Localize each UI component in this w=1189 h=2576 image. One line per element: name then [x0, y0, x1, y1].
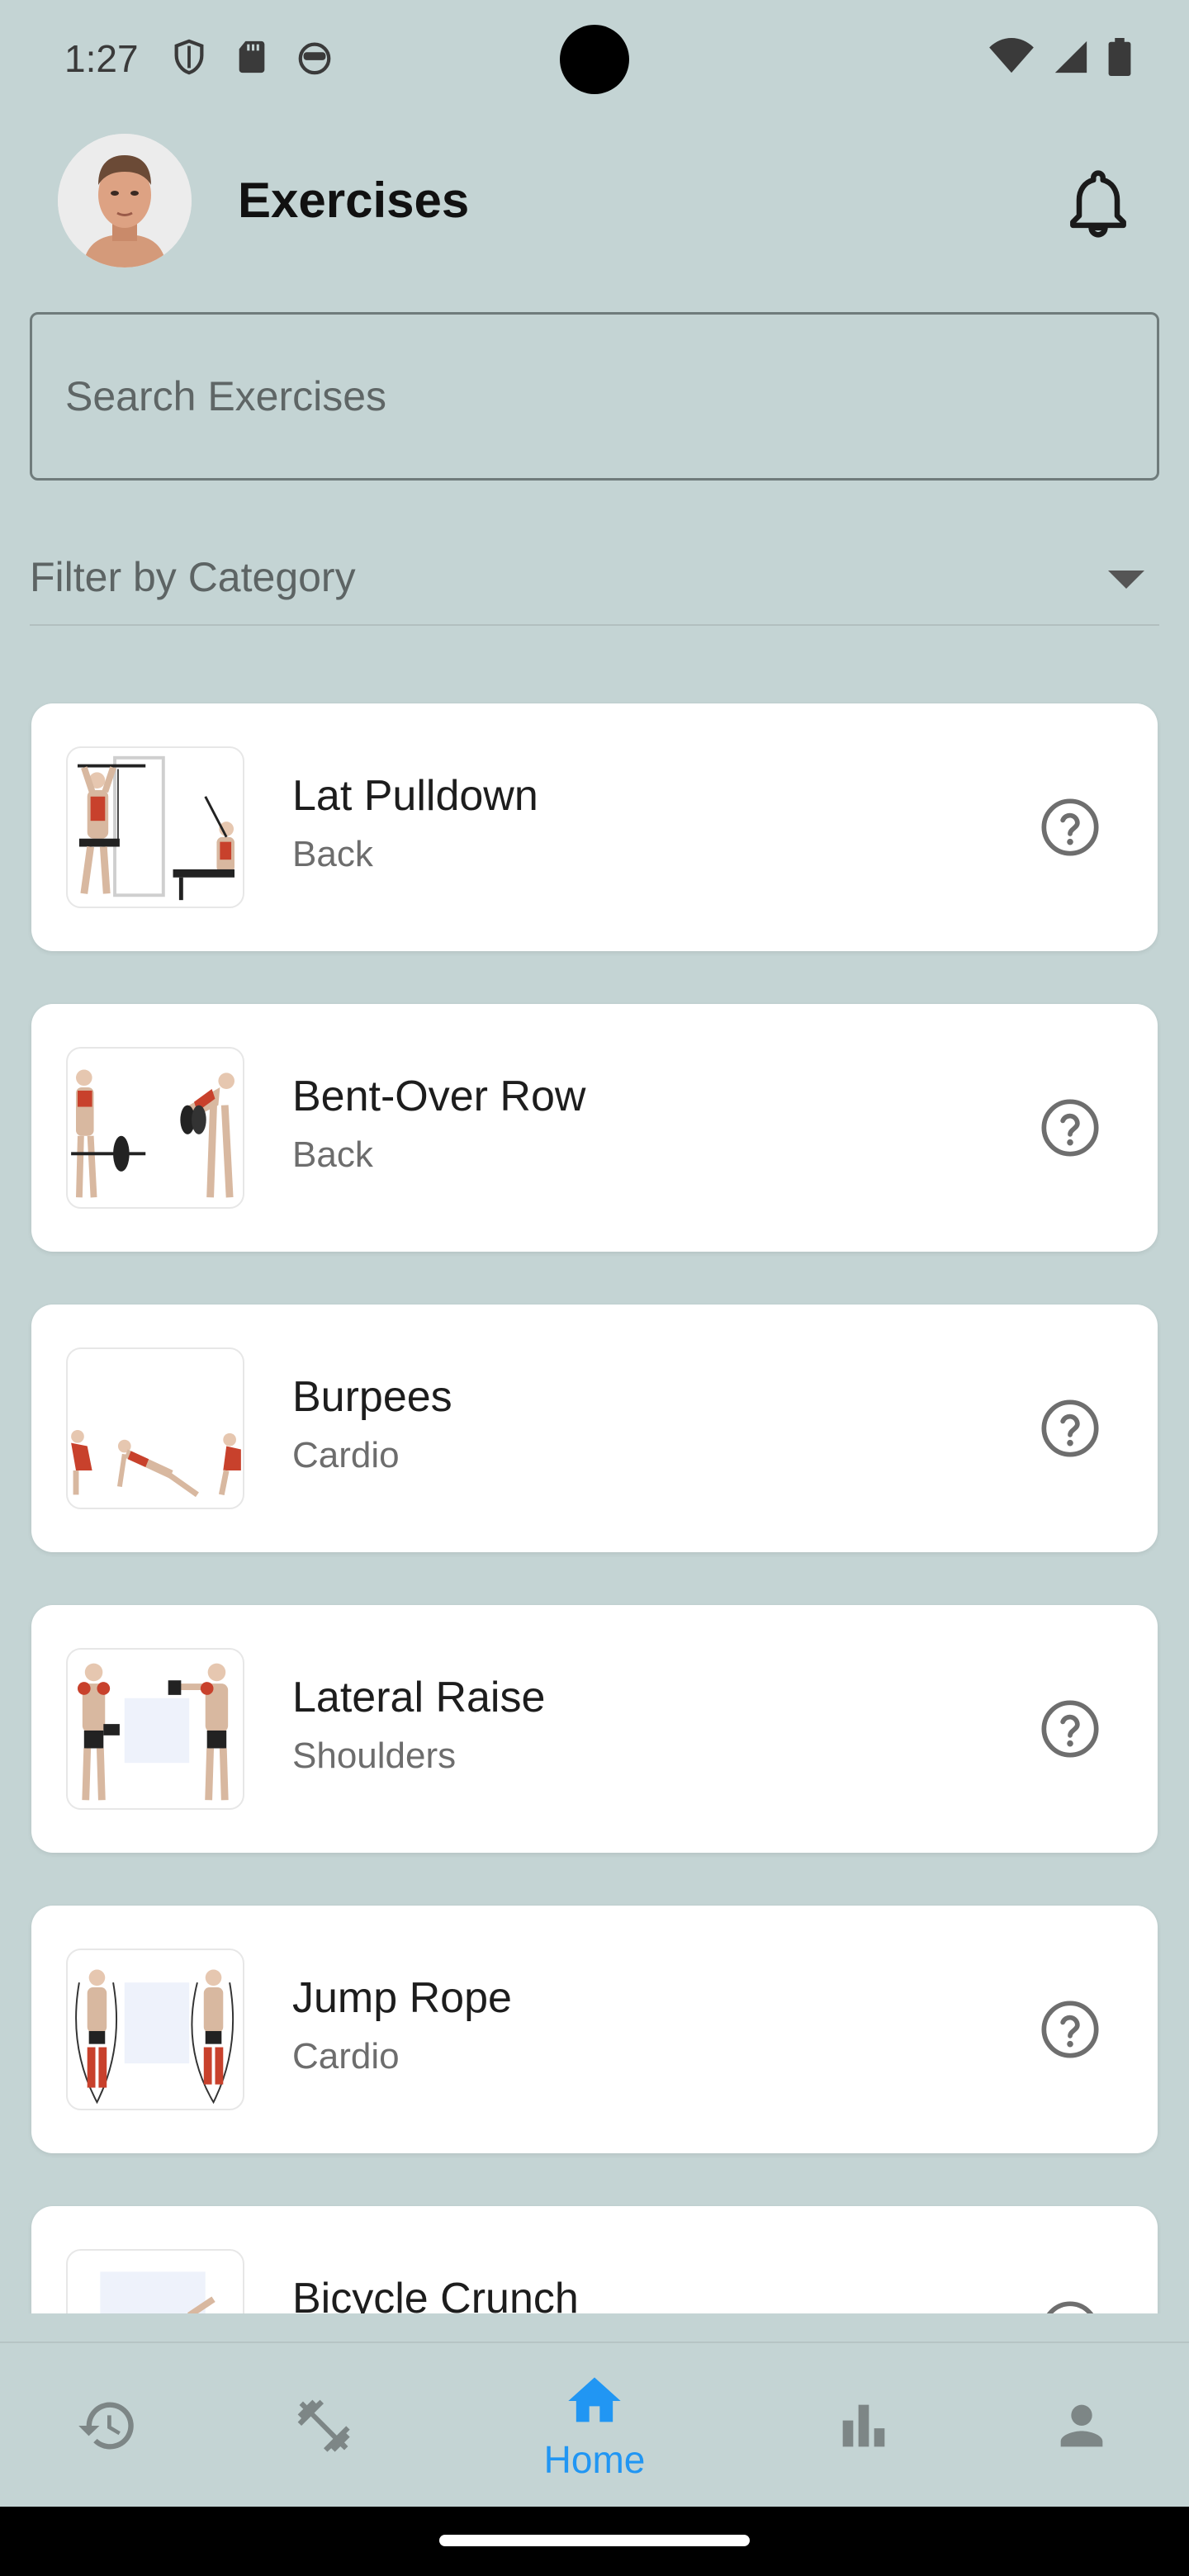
avatar[interactable] — [58, 134, 192, 268]
status-icons-right — [989, 38, 1131, 76]
lat-pulldown-illustration — [77, 755, 234, 901]
filter-label: Filter by Category — [30, 554, 356, 600]
nav-workouts[interactable] — [241, 2343, 406, 2508]
bar-chart-icon — [842, 2404, 885, 2447]
status-bar: 1:27 — [0, 0, 1189, 119]
help-icon[interactable] — [1039, 1698, 1101, 1760]
help-icon[interactable] — [1039, 1998, 1101, 2061]
app-header: Exercises — [0, 132, 1189, 271]
exercise-thumbnail — [66, 746, 244, 908]
category-filter-dropdown[interactable]: Filter by Category — [30, 537, 1159, 626]
android-face-icon — [298, 42, 331, 75]
exercise-category: Cardio — [292, 1435, 400, 1475]
exercise-thumbnail — [66, 1047, 244, 1209]
help-icon[interactable] — [1039, 796, 1101, 859]
app-screen: 1:27 Exercises Search Exercises Filter b… — [0, 0, 1189, 2576]
exercise-card[interactable]: Lateral Raise Shoulders — [31, 1605, 1158, 1853]
history-icon — [78, 2402, 134, 2450]
page-title: Exercises — [238, 173, 470, 228]
sd-card-icon — [239, 40, 265, 73]
bent-over-row-illustration — [71, 1069, 234, 1198]
avatar-image — [58, 134, 192, 268]
exercise-card[interactable]: Burpees Cardio — [31, 1305, 1158, 1552]
wifi-icon — [989, 38, 1034, 73]
exercise-card[interactable]: Bicycle Crunch — [31, 2206, 1158, 2313]
exercise-name: Burpees — [292, 1373, 452, 1421]
nav-history[interactable] — [25, 2343, 190, 2508]
exercise-card[interactable]: Lat Pulldown Back — [31, 703, 1158, 951]
exercise-category: Back — [292, 834, 373, 874]
exercise-card[interactable]: Bent-Over Row Back — [31, 1004, 1158, 1252]
exercise-category: Back — [292, 1134, 373, 1175]
bottom-navigation: Home — [0, 2342, 1189, 2507]
exercise-thumbnail — [66, 1648, 244, 1810]
status-time: 1:27 — [64, 37, 139, 80]
exercise-thumbnail — [66, 2249, 244, 2313]
gesture-handle[interactable] — [439, 2535, 750, 2546]
help-icon[interactable] — [1039, 1096, 1101, 1159]
bell-icon[interactable] — [1060, 165, 1136, 241]
search-input[interactable] — [65, 315, 1122, 478]
exercise-list[interactable]: Lat Pulldown Back Bent-Over Row Back Bur… — [0, 661, 1189, 2313]
help-icon[interactable] — [1039, 1397, 1101, 1460]
jump-rope-illustration — [75, 1969, 234, 2105]
exercise-name: Lat Pulldown — [292, 772, 538, 820]
nav-profile[interactable] — [999, 2343, 1164, 2508]
lateral-raise-illustration — [77, 1663, 229, 1801]
signal-icon — [1054, 40, 1087, 73]
shield-icon — [174, 39, 204, 75]
bicycle-crunch-illustration — [100, 2271, 216, 2313]
system-gesture-area — [0, 2507, 1189, 2576]
dropdown-arrow-icon — [1108, 571, 1144, 589]
exercise-thumbnail — [66, 1949, 244, 2110]
exercise-category: Cardio — [292, 2036, 400, 2076]
exercise-name: Bicycle Crunch — [292, 2275, 579, 2313]
burpees-illustration — [71, 1429, 241, 1498]
status-icons-left — [170, 38, 334, 76]
camera-cutout — [560, 25, 629, 94]
search-box — [30, 312, 1159, 481]
exercise-name: Jump Rope — [292, 1974, 512, 2022]
person-icon — [1060, 2404, 1103, 2447]
nav-home-label: Home — [543, 2438, 646, 2481]
nav-stats[interactable] — [781, 2343, 946, 2508]
nav-home[interactable]: Home — [512, 2343, 677, 2508]
exercise-name: Bent-Over Row — [292, 1073, 586, 1120]
home-icon — [568, 2377, 621, 2422]
battery-icon — [1108, 38, 1131, 76]
exercise-thumbnail — [66, 1347, 244, 1509]
exercise-name: Lateral Raise — [292, 1674, 546, 1721]
help-icon[interactable] — [1039, 2299, 1101, 2313]
dumbbell-icon — [297, 2399, 350, 2452]
exercise-category: Shoulders — [292, 1735, 457, 1776]
exercise-card[interactable]: Jump Rope Cardio — [31, 1906, 1158, 2153]
